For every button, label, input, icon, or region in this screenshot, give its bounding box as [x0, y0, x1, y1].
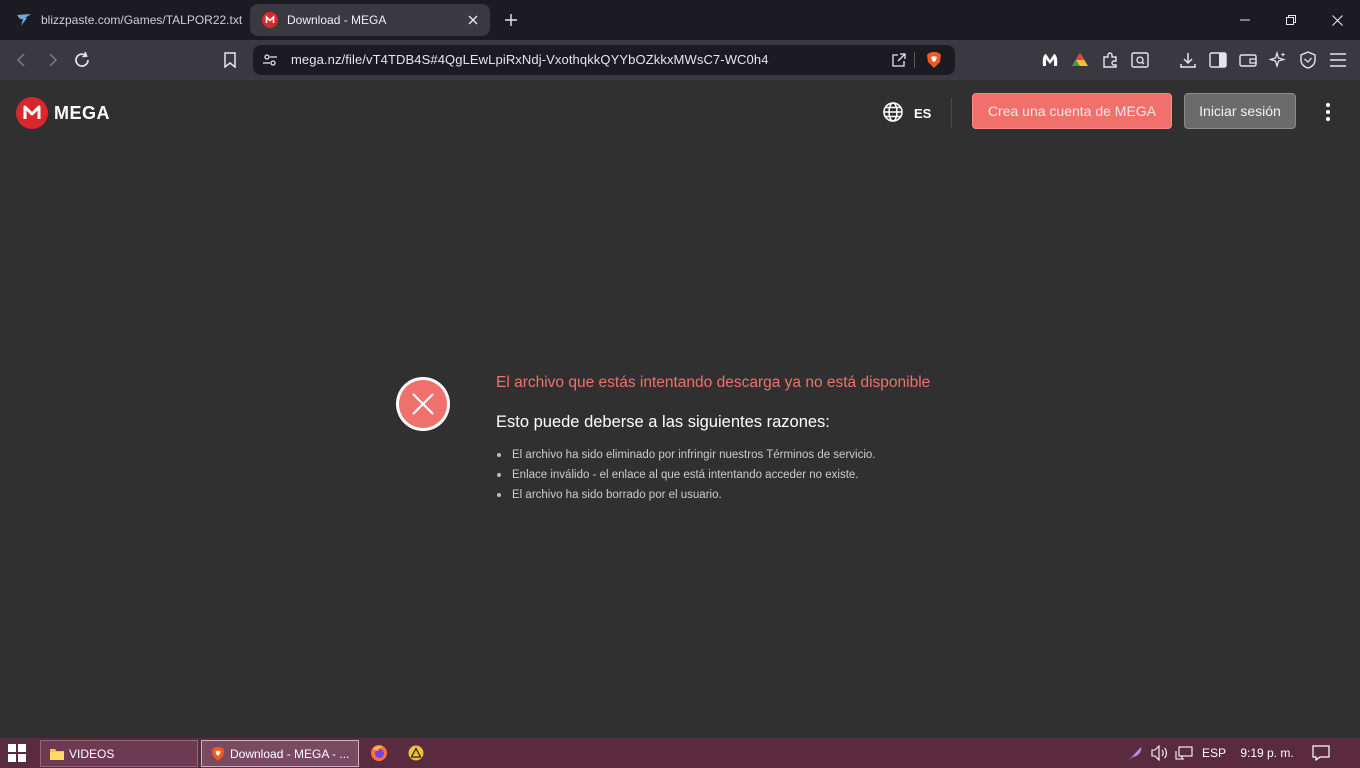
blizzpaste-favicon-icon — [16, 12, 32, 28]
firefox-icon[interactable] — [369, 744, 389, 762]
error-subtitle: Esto puede deberse a las siguientes razo… — [496, 413, 830, 431]
site-settings-icon[interactable] — [262, 52, 278, 73]
language-selector[interactable]: ES — [882, 101, 931, 126]
browser-tab-bar: blizzpaste.com/Games/TALPOR22.txt Downlo… — [0, 0, 1360, 40]
tab-title: blizzpaste.com/Games/TALPOR22.txt — [41, 13, 243, 27]
colorful-extension-icon[interactable] — [1068, 48, 1092, 72]
list-item: El archivo ha sido eliminado por infring… — [496, 445, 875, 465]
tab-title: Download - MEGA — [287, 13, 387, 27]
reload-icon[interactable] — [70, 48, 94, 72]
forward-arrow-icon[interactable] — [40, 48, 64, 72]
leo-ai-sparkle-icon[interactable] — [1266, 48, 1290, 72]
error-x-icon — [395, 376, 451, 432]
address-bar[interactable]: mega.nz/file/vT4TDB4S#4QgLEwLpiRxNdj-Vxo… — [253, 45, 955, 75]
taskbar: VIDEOS Download - MEGA - ... ESP 9:19 p.… — [0, 738, 1360, 768]
volume-icon[interactable] — [1150, 744, 1170, 762]
language-code: ES — [914, 106, 932, 121]
notifications-icon[interactable] — [1310, 744, 1332, 762]
header-divider — [951, 98, 952, 128]
close-window-icon[interactable] — [1314, 0, 1360, 40]
list-item: El archivo ha sido borrado por el usuari… — [496, 485, 875, 505]
error-title: El archivo que estás intentando descarga… — [496, 374, 931, 391]
more-options-icon[interactable] — [1316, 100, 1340, 124]
feather-tray-icon[interactable] — [1126, 744, 1144, 762]
input-language[interactable]: ESP — [1200, 744, 1228, 762]
new-tab-plus-icon[interactable] — [500, 9, 522, 31]
url-text: mega.nz/file/vT4TDB4S#4QgLEwLpiRxNdj-Vxo… — [291, 52, 769, 67]
app-triangle-icon[interactable] — [406, 744, 426, 762]
download-icon[interactable] — [1176, 48, 1200, 72]
restore-icon[interactable] — [1268, 0, 1314, 40]
share-icon[interactable] — [891, 52, 907, 73]
menu-hamburger-icon[interactable] — [1326, 48, 1350, 72]
tab-download-mega[interactable]: Download - MEGA — [250, 4, 490, 36]
vpn-shield-icon[interactable] — [1296, 48, 1320, 72]
minimize-icon[interactable] — [1222, 0, 1268, 40]
url-divider — [914, 52, 915, 68]
mega-page: MEGA ES Crea una cuenta de MEGA Iniciar … — [0, 80, 1360, 738]
windows-start-icon[interactable] — [8, 744, 28, 764]
brave-shields-icon[interactable] — [926, 51, 942, 74]
back-arrow-icon[interactable] — [10, 48, 34, 72]
list-item: Enlace inválido - el enlace al que está … — [496, 465, 875, 485]
tab-blizzpaste[interactable]: blizzpaste.com/Games/TALPOR22.txt — [6, 4, 244, 36]
folder-icon — [49, 746, 65, 762]
brave-browser-icon — [210, 746, 226, 762]
taskbar-item-videos[interactable]: VIDEOS — [40, 740, 198, 767]
extensions-puzzle-icon[interactable] — [1098, 48, 1122, 72]
mega-favicon-icon — [262, 12, 278, 28]
bookmark-icon[interactable] — [218, 48, 242, 72]
login-button[interactable]: Iniciar sesión — [1184, 93, 1296, 129]
mega-logo-icon — [16, 97, 48, 129]
mega-logo-text: MEGA — [54, 102, 110, 123]
create-account-button[interactable]: Crea una cuenta de MEGA — [972, 93, 1172, 129]
sidebar-icon[interactable] — [1206, 48, 1230, 72]
network-icon[interactable] — [1174, 744, 1194, 762]
wallet-icon[interactable] — [1236, 48, 1260, 72]
error-reasons-list: El archivo ha sido eliminado por infring… — [496, 445, 875, 505]
taskbar-item-label: Download - MEGA - ... — [230, 746, 350, 761]
taskbar-item-download-mega[interactable]: Download - MEGA - ... — [201, 740, 359, 767]
clock-time[interactable]: 9:19 p. m. — [1236, 744, 1298, 762]
mega-logo[interactable]: MEGA — [16, 97, 110, 129]
malwarebytes-extension-icon[interactable] — [1038, 48, 1062, 72]
tab-close-icon[interactable] — [462, 9, 484, 31]
globe-icon — [882, 101, 904, 126]
search-tab-icon[interactable] — [1128, 48, 1152, 72]
taskbar-item-label: VIDEOS — [69, 746, 115, 761]
